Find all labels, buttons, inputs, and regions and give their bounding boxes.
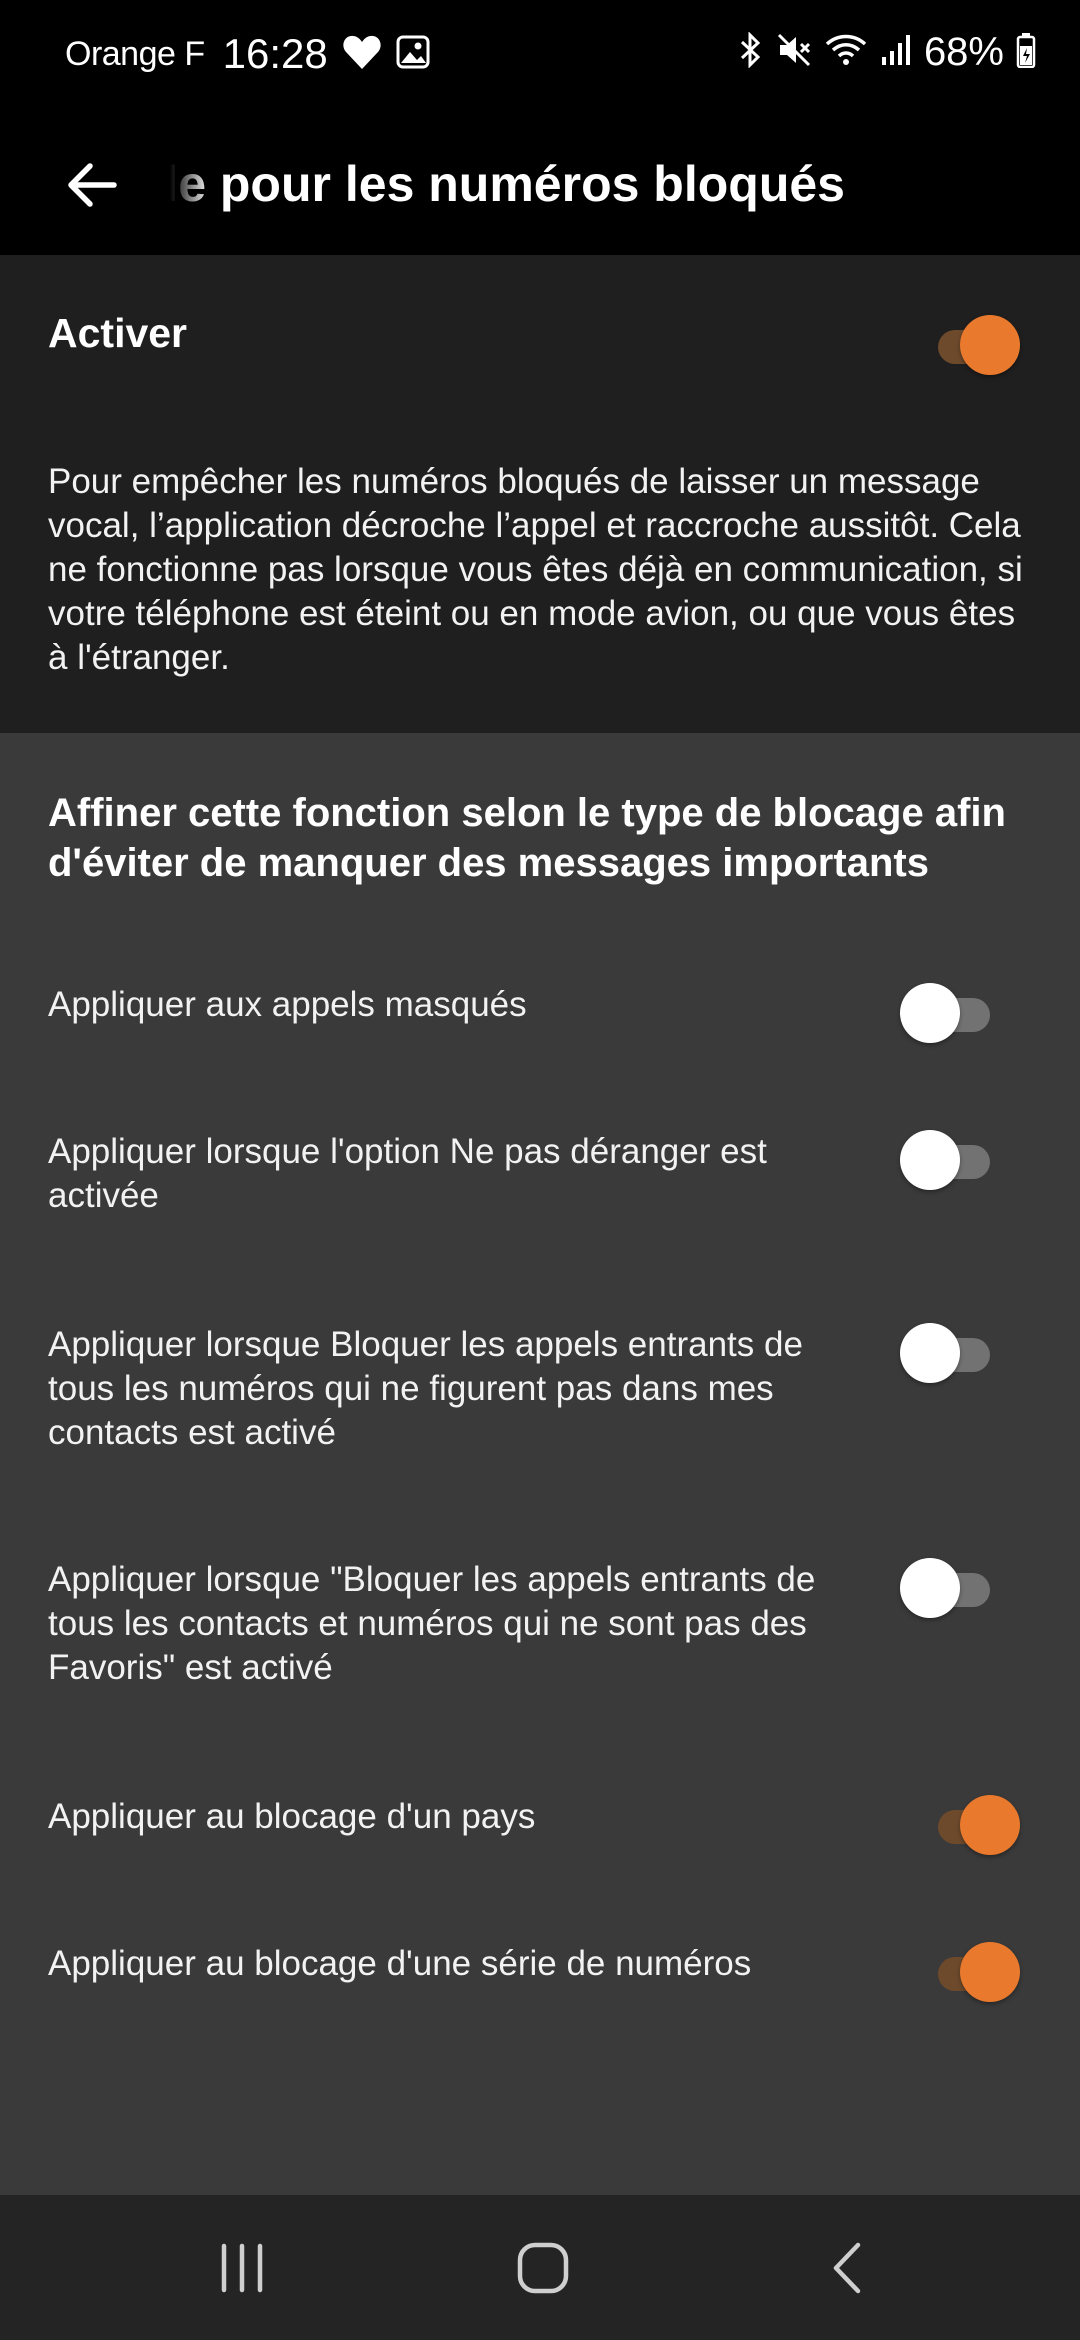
toggle-thumb: [960, 1795, 1020, 1855]
mute-icon: [776, 32, 812, 73]
feature-description: Pour empêcher les numéros bloqués de lai…: [48, 462, 1023, 677]
option-row-do-not-disturb[interactable]: Appliquer lorsque l'option Ne pas dérang…: [0, 1130, 1080, 1260]
back-button[interactable]: [52, 145, 132, 225]
recent-apps-icon: [221, 2243, 263, 2293]
toggle-thumb: [900, 1130, 960, 1190]
option-toggle-block-non-contacts[interactable]: [900, 1323, 1000, 1383]
option-row-block-non-favorites[interactable]: Appliquer lorsque "Bloquer les appels en…: [0, 1558, 1080, 1728]
navigation-bar: [0, 2195, 1080, 2340]
title-fade: [170, 143, 210, 233]
option-label: Appliquer lorsque "Bloquer les appels en…: [48, 1560, 816, 1687]
signal-icon: [880, 33, 912, 72]
main-switch-section[interactable]: Activer Pour empêcher les numéros bloqué…: [0, 255, 1080, 733]
bluetooth-icon: [738, 31, 764, 73]
image-icon: [396, 35, 430, 74]
recent-apps-button[interactable]: [182, 2223, 302, 2313]
option-row-country-block[interactable]: Appliquer au blocage d'un pays: [0, 1795, 1080, 1905]
option-label: Appliquer aux appels masqués: [48, 985, 527, 1024]
main-switch-toggle[interactable]: [920, 315, 1020, 375]
option-row-hidden-calls[interactable]: Appliquer aux appels masqués: [0, 983, 1080, 1103]
toggle-thumb: [900, 983, 960, 1043]
toggle-thumb: [960, 315, 1020, 375]
option-label: Appliquer lorsque Bloquer les appels ent…: [48, 1325, 803, 1452]
status-bar-left: Orange F 16:28: [65, 30, 430, 78]
option-row-block-non-contacts[interactable]: Appliquer lorsque Bloquer les appels ent…: [0, 1323, 1080, 1493]
battery-icon: [1016, 32, 1036, 73]
back-nav-button[interactable]: [788, 2223, 908, 2313]
option-row-number-range-block[interactable]: Appliquer au blocage d'une série de numé…: [0, 1942, 1080, 2052]
option-label: Appliquer lorsque l'option Ne pas dérang…: [48, 1132, 767, 1215]
chevron-left-icon: [833, 2242, 861, 2294]
option-label: Appliquer au blocage d'un pays: [48, 1797, 536, 1836]
option-toggle-number-range-block[interactable]: [920, 1942, 1020, 2002]
option-label: Appliquer au blocage d'une série de numé…: [48, 1944, 752, 1983]
heart-icon: [342, 33, 382, 76]
home-button[interactable]: [483, 2223, 603, 2313]
main-switch-label: Activer: [48, 310, 188, 356]
toggle-thumb: [900, 1558, 960, 1618]
status-bar: Orange F 16:28 68%: [0, 0, 1080, 115]
toggle-thumb: [960, 1942, 1020, 2002]
page-title: le pour les numéros bloqués: [170, 156, 845, 212]
home-icon: [517, 2242, 569, 2294]
carrier-name: Orange F: [65, 34, 205, 73]
option-toggle-country-block[interactable]: [920, 1795, 1020, 1855]
option-toggle-block-non-favorites[interactable]: [900, 1558, 1000, 1618]
clock: 16:28: [222, 30, 328, 77]
options-section: Affiner cette fonction selon le type de …: [0, 733, 1080, 2195]
app-bar: le pour les numéros bloqués: [0, 115, 1080, 255]
title-container: le pour les numéros bloqués: [170, 143, 1050, 233]
toggle-thumb: [900, 1323, 960, 1383]
option-toggle-hidden-calls[interactable]: [900, 983, 1000, 1043]
options-header: Affiner cette fonction selon le type de …: [48, 791, 1006, 885]
wifi-icon: [824, 32, 868, 73]
arrow-left-icon: [68, 163, 117, 207]
option-toggle-do-not-disturb[interactable]: [900, 1130, 1000, 1190]
battery-percentage: 68%: [923, 30, 1004, 74]
status-bar-right: 68%: [726, 30, 1036, 75]
